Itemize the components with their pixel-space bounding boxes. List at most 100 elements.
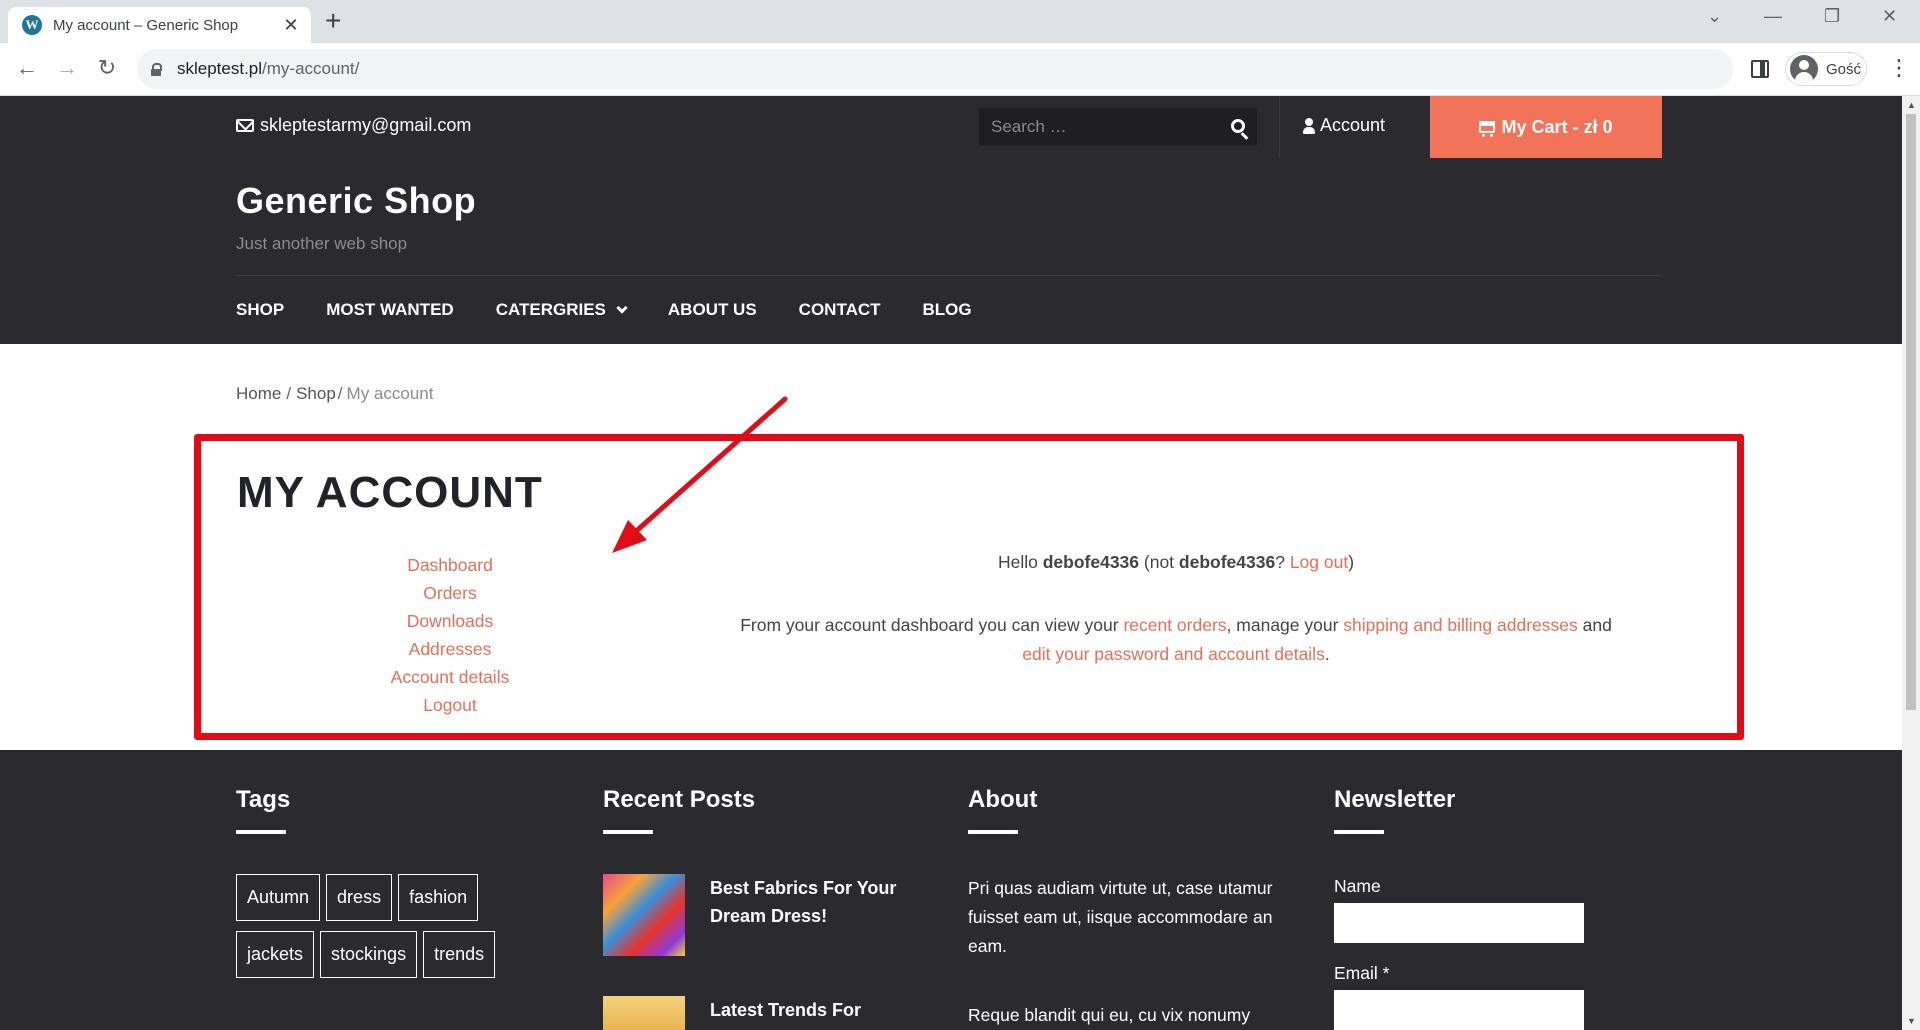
avatar-icon xyxy=(1790,55,1818,83)
reload-icon[interactable]: ↻ xyxy=(93,55,121,81)
scroll-down-icon[interactable]: ▼ xyxy=(1907,1016,1916,1026)
address-bar[interactable]: skleptest.pl/my-account/ xyxy=(137,49,1733,89)
page-scrollbar[interactable]: ▲ ▼ xyxy=(1902,96,1920,1030)
footer-tags: Tags Autumn dress fashion jackets stockings… xyxy=(236,750,536,988)
contact-email[interactable]: skleptestarmy@gmail.com xyxy=(236,115,471,136)
post-title[interactable]: Best Fabrics For Your Dream Dress! xyxy=(710,874,920,956)
addresses-link[interactable]: shipping and billing addresses xyxy=(1343,615,1577,635)
dashboard-text: and xyxy=(1577,615,1612,635)
restore-icon[interactable]: ❐ xyxy=(1824,6,1840,27)
tag-link[interactable]: trends xyxy=(423,931,496,978)
recent-post[interactable]: Best Fabrics For Your Dream Dress! xyxy=(603,874,920,956)
scroll-thumb[interactable] xyxy=(1906,114,1916,710)
recent-post[interactable]: Latest Trends For xyxy=(603,996,920,1030)
cart-button[interactable]: My Cart - zł 0 xyxy=(1430,96,1662,158)
page-title: MY ACCOUNT xyxy=(237,468,543,517)
nav-most-wanted[interactable]: MOST WANTED xyxy=(326,300,454,320)
newsletter-name-field[interactable] xyxy=(1334,903,1584,943)
username: debofe4336 xyxy=(1178,552,1276,572)
side-panel-icon[interactable] xyxy=(1751,60,1769,78)
name-label: Name xyxy=(1334,876,1381,896)
footer-heading: Tags xyxy=(236,786,291,813)
post-title[interactable]: Latest Trends For xyxy=(710,996,861,1030)
account-nav-dashboard[interactable]: Dashboard xyxy=(340,551,560,579)
dashboard-text: . xyxy=(1324,644,1330,664)
profile-name: Gość xyxy=(1826,60,1862,78)
tag-link[interactable]: Autumn xyxy=(236,874,321,921)
page-viewport: skleptestarmy@gmail.com Account My Cart … xyxy=(0,96,1902,1030)
account-navigation: Dashboard Orders Downloads Addresses Acc… xyxy=(340,551,560,719)
edit-account-link[interactable]: edit your password and account details xyxy=(1022,644,1325,664)
site-tagline: Just another web shop xyxy=(236,234,408,253)
divider xyxy=(1279,96,1280,158)
breadcrumb-shop[interactable]: Shop xyxy=(296,384,336,403)
tag-link[interactable]: stockings xyxy=(320,931,418,978)
account-nav-orders[interactable]: Orders xyxy=(340,579,560,607)
breadcrumb-separator: / xyxy=(337,384,343,403)
search-input[interactable] xyxy=(991,117,1216,137)
account-nav-logout[interactable]: Logout xyxy=(340,691,560,719)
nav-shop[interactable]: SHOP xyxy=(236,300,284,320)
breadcrumb-current: My account xyxy=(346,384,434,403)
site-header: Generic Shop Just another web shop SHOP … xyxy=(0,158,1902,344)
site-title[interactable]: Generic Shop xyxy=(236,180,476,222)
browser-tab-strip: W My account – Generic Shop ✕ + ⌄ — ❐ ✕ xyxy=(0,0,1920,43)
greeting: Hello debofe4336 (not debofe4336? Log ou… xyxy=(660,552,1692,573)
greeting-text: ) xyxy=(1348,552,1355,572)
recent-orders-link[interactable]: recent orders xyxy=(1123,615,1226,635)
browser-tab[interactable]: W My account – Generic Shop ✕ xyxy=(8,7,311,43)
minimize-icon[interactable]: — xyxy=(1764,6,1782,27)
about-text: Reque blandit qui eu, cu vix nonumy xyxy=(968,1005,1251,1025)
forward-icon[interactable]: → xyxy=(53,55,81,81)
site-footer: Tags Autumn dress fashion jackets stockings… xyxy=(0,750,1902,1030)
tab-title: My account – Generic Shop xyxy=(53,16,239,34)
chevron-down-icon xyxy=(616,301,628,314)
new-tab-icon[interactable]: + xyxy=(325,7,341,35)
footer-heading: Newsletter xyxy=(1334,786,1456,813)
post-thumbnail[interactable] xyxy=(603,996,685,1030)
header-divider xyxy=(236,275,1662,276)
envelope-icon xyxy=(236,119,254,132)
nav-blog[interactable]: BLOG xyxy=(923,300,972,320)
email-label: Email * xyxy=(1334,963,1390,983)
browser-toolbar: ← → ↻ skleptest.pl/my-account/ Gość ⋮ xyxy=(0,43,1920,96)
nav-categories[interactable]: CATERGRIES xyxy=(495,300,628,320)
search-icon[interactable] xyxy=(1231,119,1245,133)
tab-search-icon[interactable]: ⌄ xyxy=(1707,6,1722,27)
close-window-icon[interactable]: ✕ xyxy=(1882,6,1897,27)
dashboard-text: , manage your xyxy=(1226,615,1344,635)
profile-button[interactable]: Gość xyxy=(1785,52,1867,86)
tab-close-icon[interactable]: ✕ xyxy=(281,15,301,36)
tag-cloud: Autumn dress fashion jackets stockings trend… xyxy=(236,874,536,988)
lock-icon xyxy=(151,62,162,76)
nav-about-us[interactable]: ABOUT US xyxy=(668,300,757,320)
breadcrumb-home[interactable]: Home xyxy=(236,384,281,403)
about-text: Pri quas audiam virtute ut, case utamur … xyxy=(968,878,1273,956)
tag-link[interactable]: fashion xyxy=(398,874,479,921)
logout-link[interactable]: Log out xyxy=(1290,552,1348,572)
footer-recent-posts: Recent Posts Best Fabrics For Your Dream… xyxy=(603,750,920,1030)
dashboard-intro: From your account dashboard you can view… xyxy=(660,611,1692,669)
account-nav-addresses[interactable]: Addresses xyxy=(340,635,560,663)
main-nav: SHOP MOST WANTED CATERGRIES ABOUT US CON… xyxy=(236,300,1014,320)
top-bar: skleptestarmy@gmail.com Account My Cart … xyxy=(0,96,1902,158)
site-search xyxy=(979,108,1257,146)
tag-link[interactable]: jackets xyxy=(236,931,315,978)
account-nav-downloads[interactable]: Downloads xyxy=(340,607,560,635)
post-thumbnail[interactable] xyxy=(603,874,685,956)
tag-link[interactable]: dress xyxy=(326,874,393,921)
account-link[interactable]: Account xyxy=(1303,115,1385,136)
browser-menu-icon[interactable]: ⋮ xyxy=(1888,55,1910,81)
greeting-text: ? xyxy=(1275,552,1290,572)
scroll-up-icon[interactable]: ▲ xyxy=(1907,100,1916,110)
nav-contact[interactable]: CONTACT xyxy=(799,300,881,320)
newsletter-email-field[interactable] xyxy=(1334,990,1584,1030)
back-icon[interactable]: ← xyxy=(13,55,41,81)
heading-underline xyxy=(603,830,653,834)
account-nav-account-details[interactable]: Account details xyxy=(340,663,560,691)
footer-about: About Pri quas audiam virtute ut, case u… xyxy=(968,750,1288,1030)
username: debofe4336 xyxy=(1042,552,1140,572)
cart-label: My Cart - zł 0 xyxy=(1501,116,1613,137)
user-icon xyxy=(1303,117,1315,134)
nav-categories-label: CATERGRIES xyxy=(495,300,606,319)
